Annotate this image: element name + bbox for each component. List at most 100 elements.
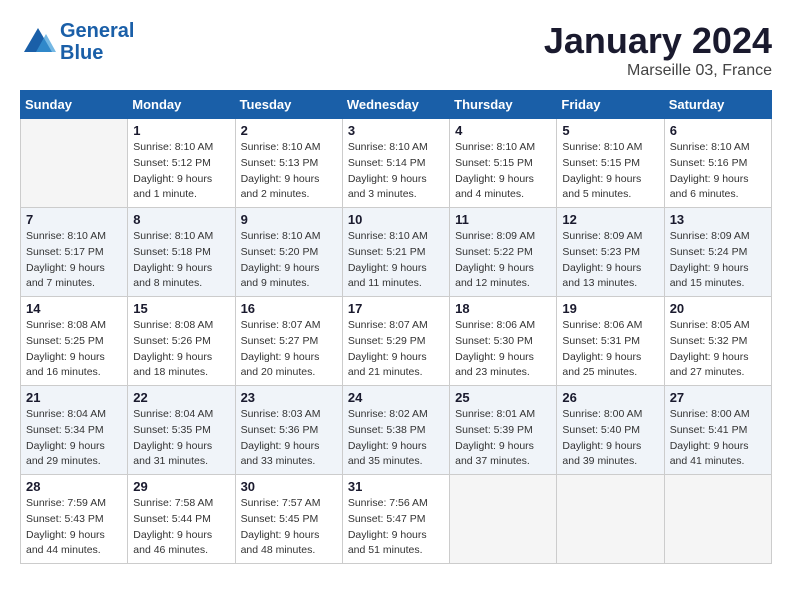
day-info: Sunrise: 8:09 AMSunset: 5:23 PMDaylight:…	[562, 229, 658, 292]
day-number: 16	[241, 301, 337, 316]
day-number: 3	[348, 123, 444, 138]
day-info: Sunrise: 8:04 AMSunset: 5:35 PMDaylight:…	[133, 407, 229, 470]
day-info: Sunrise: 8:10 AMSunset: 5:20 PMDaylight:…	[241, 229, 337, 292]
day-number: 6	[670, 123, 766, 138]
calendar-cell: 17 Sunrise: 8:07 AMSunset: 5:29 PMDayligh…	[342, 297, 449, 386]
weekday-header-saturday: Saturday	[664, 91, 771, 119]
calendar-cell: 15Sunrise: 8:08 AMSunset: 5:26 PMDayligh…	[128, 297, 235, 386]
calendar-week-row: 1 Sunrise: 8:10 AMSunset: 5:12 PMDaylight…	[21, 119, 772, 208]
page-header: General Blue January 2024 Marseille 03, …	[20, 20, 772, 80]
day-number: 11	[455, 212, 551, 227]
month-title: January 2024	[544, 20, 772, 62]
day-info: Sunrise: 8:03 AMSunset: 5:36 PMDaylight:…	[241, 407, 337, 470]
calendar-cell: 24 Sunrise: 8:02 AMSunset: 5:38 PMDayligh…	[342, 386, 449, 475]
day-info: Sunrise: 8:10 AMSunset: 5:17 PMDaylight:…	[26, 229, 122, 292]
day-number: 30	[241, 479, 337, 494]
day-number: 23	[241, 390, 337, 405]
day-number: 7	[26, 212, 122, 227]
calendar-cell: 5 Sunrise: 8:10 AMSunset: 5:15 PMDaylight…	[557, 119, 664, 208]
day-info: Sunrise: 8:10 AMSunset: 5:13 PMDaylight:…	[241, 140, 337, 203]
calendar-cell: 14 Sunrise: 8:08 AMSunset: 5:25 PMDayligh…	[21, 297, 128, 386]
calendar-cell: 11 Sunrise: 8:09 AMSunset: 5:22 PMDayligh…	[450, 208, 557, 297]
day-number: 31	[348, 479, 444, 494]
logo-line2: Blue	[60, 42, 103, 64]
day-info: Sunrise: 8:05 AMSunset: 5:32 PMDaylight:…	[670, 318, 766, 381]
day-info: Sunrise: 7:57 AMSunset: 5:45 PMDaylight:…	[241, 496, 337, 559]
day-number: 25	[455, 390, 551, 405]
calendar-cell: 6 Sunrise: 8:10 AMSunset: 5:16 PMDaylight…	[664, 119, 771, 208]
day-info: Sunrise: 7:58 AMSunset: 5:44 PMDaylight:…	[133, 496, 229, 559]
day-number: 20	[670, 301, 766, 316]
calendar-cell	[21, 119, 128, 208]
calendar-cell: 30 Sunrise: 7:57 AMSunset: 5:45 PMDayligh…	[235, 475, 342, 564]
calendar-cell: 19Sunrise: 8:06 AMSunset: 5:31 PMDayligh…	[557, 297, 664, 386]
logo: General Blue	[20, 20, 134, 64]
day-number: 22	[133, 390, 229, 405]
calendar-table: SundayMondayTuesdayWednesdayThursdayFrid…	[20, 90, 772, 564]
day-number: 5	[562, 123, 658, 138]
day-info: Sunrise: 8:10 AMSunset: 5:14 PMDaylight:…	[348, 140, 444, 203]
day-info: Sunrise: 8:09 AMSunset: 5:24 PMDaylight:…	[670, 229, 766, 292]
location: Marseille 03, France	[544, 62, 772, 80]
day-info: Sunrise: 8:10 AMSunset: 5:12 PMDaylight:…	[133, 140, 229, 203]
calendar-cell: 28Sunrise: 7:59 AMSunset: 5:43 PMDayligh…	[21, 475, 128, 564]
day-number: 29	[133, 479, 229, 494]
weekday-header-friday: Friday	[557, 91, 664, 119]
day-number: 26	[562, 390, 658, 405]
day-info: Sunrise: 8:04 AMSunset: 5:34 PMDaylight:…	[26, 407, 122, 470]
day-info: Sunrise: 8:02 AMSunset: 5:38 PMDaylight:…	[348, 407, 444, 470]
calendar-cell	[664, 475, 771, 564]
calendar-week-row: 14 Sunrise: 8:08 AMSunset: 5:25 PMDayligh…	[21, 297, 772, 386]
calendar-cell	[557, 475, 664, 564]
day-number: 12	[562, 212, 658, 227]
day-info: Sunrise: 8:10 AMSunset: 5:15 PMDaylight:…	[562, 140, 658, 203]
calendar-cell: 31 Sunrise: 7:56 AMSunset: 5:47 PMDayligh…	[342, 475, 449, 564]
day-info: Sunrise: 8:08 AMSunset: 5:25 PMDaylight:…	[26, 318, 122, 381]
day-info: Sunrise: 8:06 AMSunset: 5:31 PMDaylight:…	[562, 318, 658, 381]
calendar-cell: 3 Sunrise: 8:10 AMSunset: 5:14 PMDaylight…	[342, 119, 449, 208]
calendar-cell: 8Sunrise: 8:10 AMSunset: 5:18 PMDaylight…	[128, 208, 235, 297]
calendar-cell: 10Sunrise: 8:10 AMSunset: 5:21 PMDayligh…	[342, 208, 449, 297]
calendar-week-row: 7 Sunrise: 8:10 AMSunset: 5:17 PMDaylight…	[21, 208, 772, 297]
weekday-header-tuesday: Tuesday	[235, 91, 342, 119]
calendar-week-row: 21 Sunrise: 8:04 AMSunset: 5:34 PMDayligh…	[21, 386, 772, 475]
day-number: 1	[133, 123, 229, 138]
day-number: 21	[26, 390, 122, 405]
calendar-cell: 20 Sunrise: 8:05 AMSunset: 5:32 PMDayligh…	[664, 297, 771, 386]
title-block: January 2024 Marseille 03, France	[544, 20, 772, 80]
logo-icon	[20, 24, 56, 60]
calendar-cell: 4 Sunrise: 8:10 AMSunset: 5:15 PMDaylight…	[450, 119, 557, 208]
day-info: Sunrise: 8:06 AMSunset: 5:30 PMDaylight:…	[455, 318, 551, 381]
calendar-week-row: 28Sunrise: 7:59 AMSunset: 5:43 PMDayligh…	[21, 475, 772, 564]
calendar-cell: 25Sunrise: 8:01 AMSunset: 5:39 PMDayligh…	[450, 386, 557, 475]
day-info: Sunrise: 7:56 AMSunset: 5:47 PMDaylight:…	[348, 496, 444, 559]
logo-text: General Blue	[60, 20, 134, 64]
calendar-cell: 12 Sunrise: 8:09 AMSunset: 5:23 PMDayligh…	[557, 208, 664, 297]
calendar-cell: 13 Sunrise: 8:09 AMSunset: 5:24 PMDayligh…	[664, 208, 771, 297]
day-number: 4	[455, 123, 551, 138]
day-info: Sunrise: 8:10 AMSunset: 5:18 PMDaylight:…	[133, 229, 229, 292]
day-info: Sunrise: 8:09 AMSunset: 5:22 PMDaylight:…	[455, 229, 551, 292]
calendar-cell: 2Sunrise: 8:10 AMSunset: 5:13 PMDaylight…	[235, 119, 342, 208]
calendar-cell	[450, 475, 557, 564]
day-info: Sunrise: 8:00 AMSunset: 5:40 PMDaylight:…	[562, 407, 658, 470]
weekday-header-thursday: Thursday	[450, 91, 557, 119]
calendar-cell: 16Sunrise: 8:07 AMSunset: 5:27 PMDayligh…	[235, 297, 342, 386]
logo-line1: General	[60, 20, 134, 42]
calendar-cell: 9Sunrise: 8:10 AMSunset: 5:20 PMDaylight…	[235, 208, 342, 297]
calendar-cell: 27Sunrise: 8:00 AMSunset: 5:41 PMDayligh…	[664, 386, 771, 475]
day-info: Sunrise: 8:10 AMSunset: 5:21 PMDaylight:…	[348, 229, 444, 292]
day-number: 13	[670, 212, 766, 227]
day-number: 24	[348, 390, 444, 405]
calendar-cell: 18Sunrise: 8:06 AMSunset: 5:30 PMDayligh…	[450, 297, 557, 386]
day-info: Sunrise: 8:07 AMSunset: 5:29 PMDaylight:…	[348, 318, 444, 381]
day-number: 14	[26, 301, 122, 316]
calendar-cell: 7 Sunrise: 8:10 AMSunset: 5:17 PMDaylight…	[21, 208, 128, 297]
day-info: Sunrise: 8:10 AMSunset: 5:16 PMDaylight:…	[670, 140, 766, 203]
weekday-header-wednesday: Wednesday	[342, 91, 449, 119]
weekday-header-monday: Monday	[128, 91, 235, 119]
day-number: 28	[26, 479, 122, 494]
day-number: 17	[348, 301, 444, 316]
day-info: Sunrise: 8:10 AMSunset: 5:15 PMDaylight:…	[455, 140, 551, 203]
calendar-cell: 29 Sunrise: 7:58 AMSunset: 5:44 PMDayligh…	[128, 475, 235, 564]
